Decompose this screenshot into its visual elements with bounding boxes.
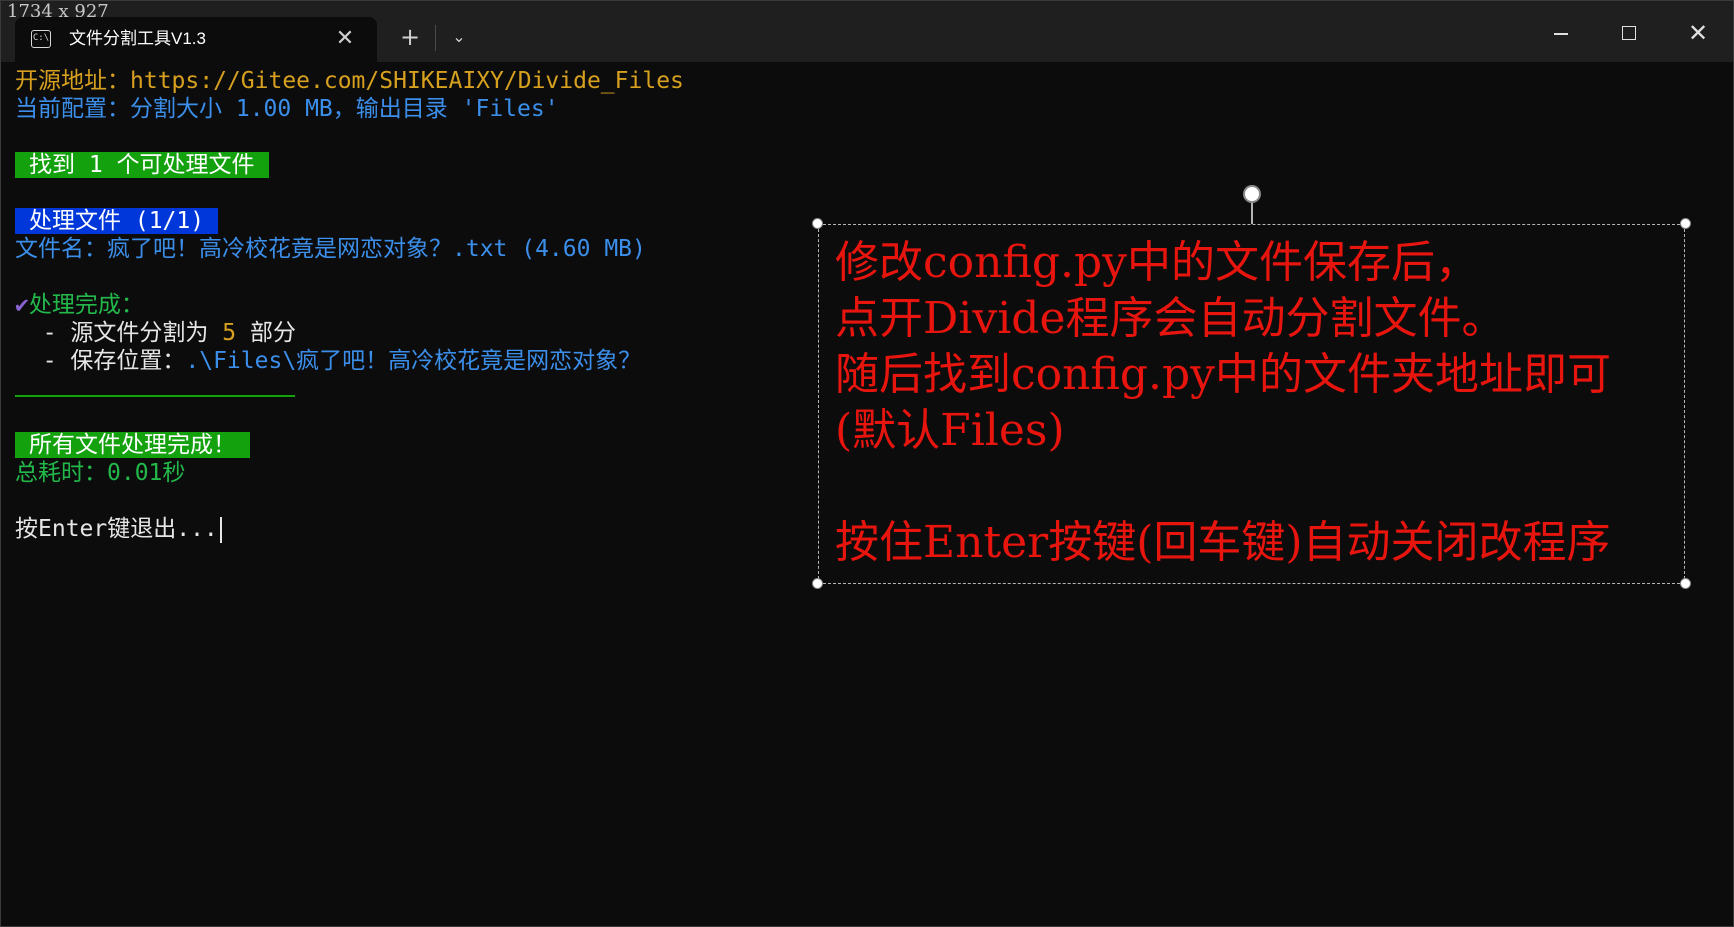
processing-line: 处理文件 (1/1) xyxy=(15,207,219,235)
tab-title: 文件分割工具V1.3 xyxy=(69,29,206,48)
new-tab-button[interactable]: + xyxy=(395,22,425,52)
text-cursor xyxy=(219,516,222,543)
maximize-button[interactable] xyxy=(1607,13,1651,53)
annotation-line-4: (默认Files) xyxy=(835,405,1065,456)
resize-handle-top-right[interactable] xyxy=(1680,218,1691,229)
done-line: ✔处理完成： xyxy=(15,291,144,319)
checkmark-icon: ✔ xyxy=(15,292,29,318)
all-done-line: 所有文件处理完成！ xyxy=(15,431,250,459)
rotation-stem xyxy=(1251,201,1253,224)
divider xyxy=(15,395,295,397)
split-line: - 源文件分割为 5 部分 xyxy=(15,319,296,347)
resize-handle-top-left[interactable] xyxy=(812,218,823,229)
done-label: 处理完成： xyxy=(28,292,144,318)
save-path: .\Files\疯了吧！高冷校花竟是网恋对象？ xyxy=(185,348,642,374)
minimize-icon xyxy=(1554,33,1568,35)
exit-prompt-line[interactable]: 按Enter键退出... xyxy=(15,515,222,543)
repo-url: https://Gitee.com/SHIKEAIXY/Divide_Files xyxy=(130,68,684,94)
terminal-icon: C:\ xyxy=(31,30,51,48)
split-suffix: 部分 xyxy=(236,320,296,346)
annotation-line-2: 点开Divide程序会自动分割文件。 xyxy=(835,293,1506,344)
filename-line: 文件名：疯了吧！高冷校花竟是网恋对象？.txt (4.60 MB) xyxy=(15,236,646,262)
repo-label: 开源地址： xyxy=(15,68,130,94)
processing-badge: 处理文件 (1/1) xyxy=(15,208,219,234)
split-prefix: - 源文件分割为 xyxy=(15,320,223,346)
tab-close-icon[interactable]: ✕ xyxy=(333,27,357,51)
found-line: 找到 1 个可处理文件 xyxy=(15,151,269,179)
tab-active[interactable]: C:\ 文件分割工具V1.3 ✕ xyxy=(15,17,377,62)
maximize-icon xyxy=(1622,26,1636,40)
minimize-button[interactable] xyxy=(1539,13,1583,53)
rotate-handle[interactable] xyxy=(1243,185,1261,203)
all-done-badge: 所有文件处理完成！ xyxy=(15,432,250,458)
chevron-down-icon[interactable]: ⌄ xyxy=(444,22,474,52)
exit-prompt: 按Enter键退出... xyxy=(15,516,218,542)
annotation-line-5 xyxy=(835,459,1685,515)
annotation-textbox[interactable]: 修改config.py中的文件保存后， 点开Divide程序会自动分割文件。 随… xyxy=(818,224,1685,584)
save-line: - 保存位置：.\Files\疯了吧！高冷校花竟是网恋对象？ xyxy=(15,347,641,375)
annotation-text[interactable]: 修改config.py中的文件保存后， 点开Divide程序会自动分割文件。 随… xyxy=(835,235,1685,571)
annotation-line-1: 修改config.py中的文件保存后， xyxy=(835,237,1479,288)
total-time-line: 总耗时：0.01秒 xyxy=(15,460,186,486)
repo-line: 开源地址：https://Gitee.com/SHIKEAIXY/Divide_… xyxy=(15,67,684,95)
tab-separator xyxy=(435,25,436,51)
annotation-line-3: 随后找到config.py中的文件夹地址即可 xyxy=(835,349,1611,400)
split-count: 5 xyxy=(222,320,237,346)
save-prefix: - 保存位置： xyxy=(15,348,186,374)
close-button[interactable]: ✕ xyxy=(1676,13,1720,53)
annotation-line-6: 按住Enter按键(回车键)自动关闭改程序 xyxy=(835,517,1611,568)
found-badge: 找到 1 个可处理文件 xyxy=(15,152,269,178)
title-bar[interactable]: 1734 x 927 C:\ 文件分割工具V1.3 ✕ + ⌄ ✕ xyxy=(1,1,1733,62)
terminal-window: 1734 x 927 C:\ 文件分割工具V1.3 ✕ + ⌄ ✕ 开源地址：h… xyxy=(0,0,1734,927)
close-icon: ✕ xyxy=(1687,19,1709,47)
config-line: 当前配置：分割大小 1.00 MB，输出目录 'Files' xyxy=(15,96,559,122)
resize-handle-bottom-left[interactable] xyxy=(812,578,823,589)
resize-handle-bottom-right[interactable] xyxy=(1680,578,1691,589)
